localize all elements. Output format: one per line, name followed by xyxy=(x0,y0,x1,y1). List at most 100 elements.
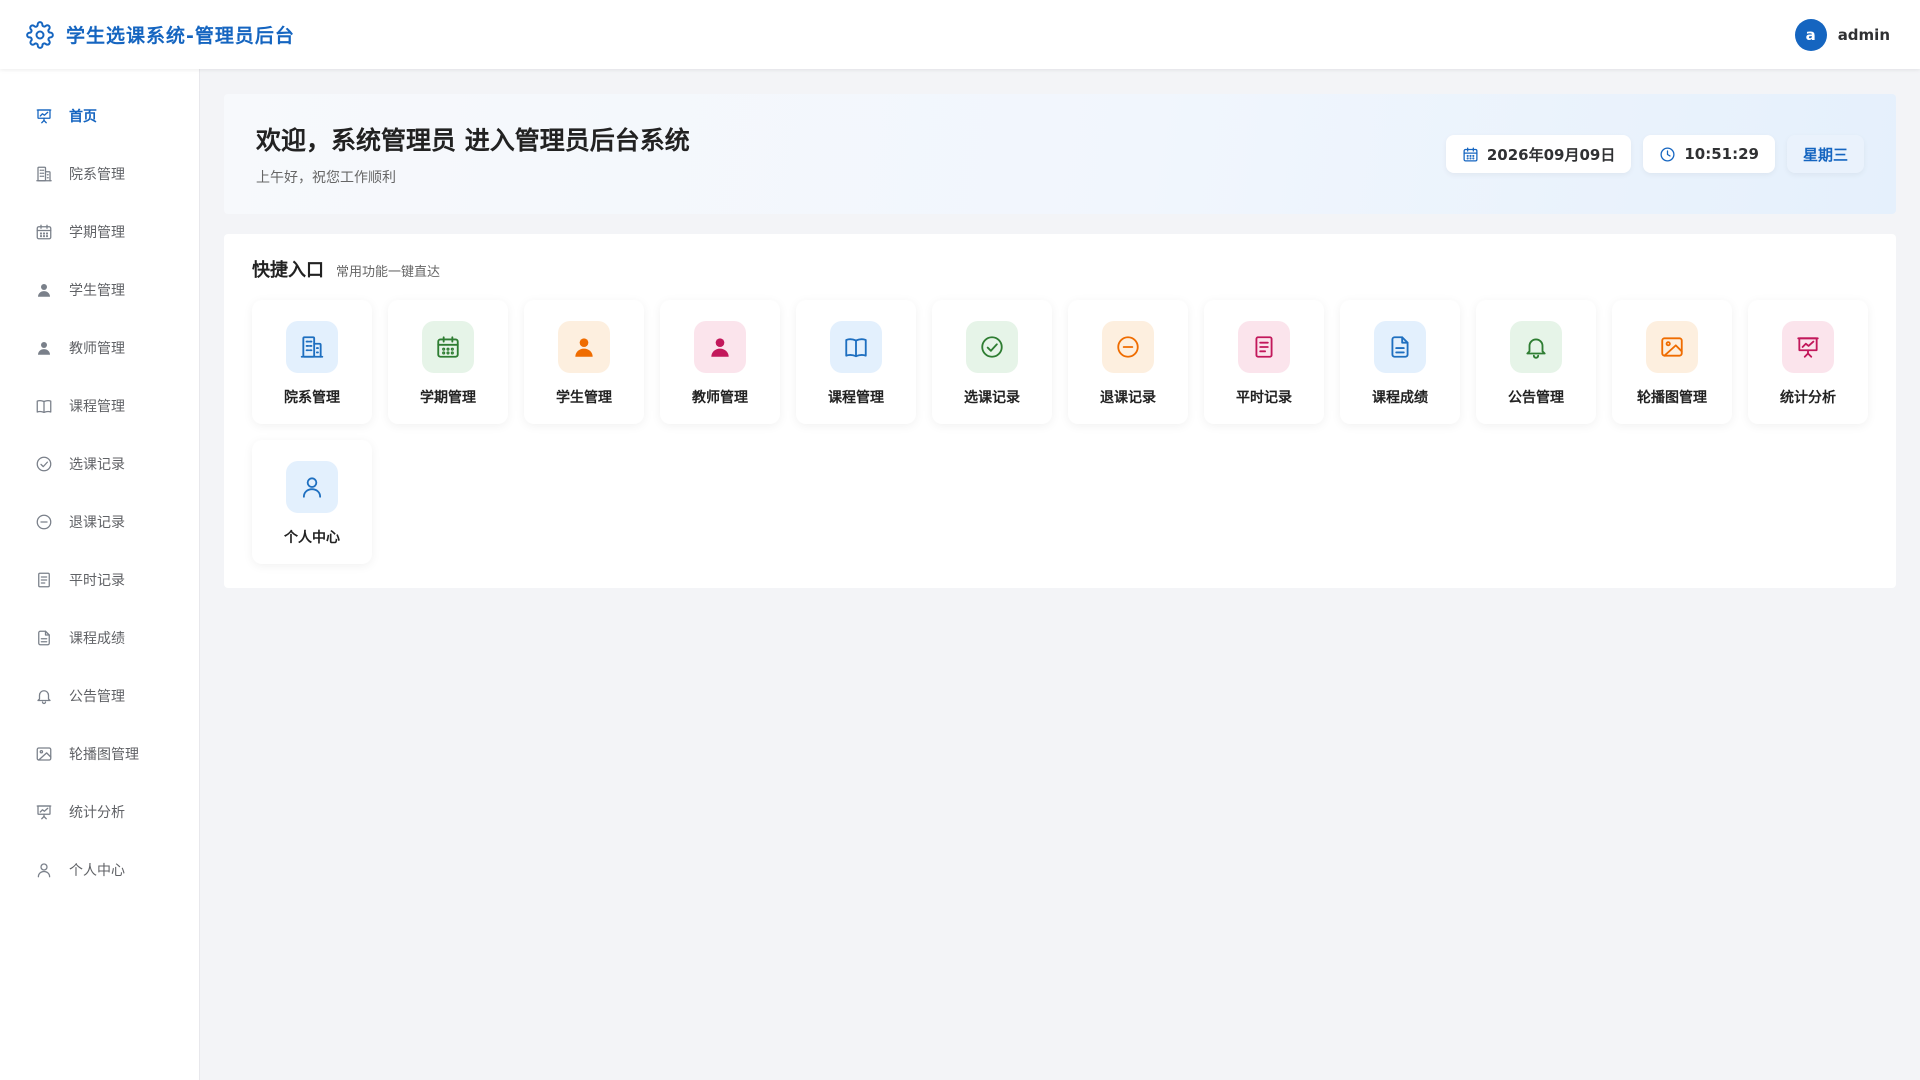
app-title: 学生选课系统-管理员后台 xyxy=(66,25,295,47)
quick-access-title: 快捷入口 xyxy=(252,260,324,281)
book-icon xyxy=(35,397,53,415)
weekday-chip: 星期三 xyxy=(1786,135,1864,173)
quick-card-10[interactable]: 轮播图管理 xyxy=(1612,300,1732,424)
sidebar-item-11[interactable]: 轮播图管理 xyxy=(0,725,199,783)
building-icon xyxy=(35,165,53,183)
sidebar-item-3[interactable]: 学生管理 xyxy=(0,261,199,319)
brand[interactable]: 学生选课系统-管理员后台 xyxy=(26,20,295,49)
user-outline-icon xyxy=(35,861,53,879)
quick-card-label: 平时记录 xyxy=(1236,390,1292,406)
user-icon xyxy=(558,321,610,373)
notes-icon xyxy=(35,571,53,589)
quick-card-label: 选课记录 xyxy=(964,390,1020,406)
avatar[interactable]: a xyxy=(1794,18,1827,51)
sidebar-item-label: 学期管理 xyxy=(69,225,125,241)
sidebar-item-2[interactable]: 学期管理 xyxy=(0,203,199,261)
sidebar-item-label: 轮播图管理 xyxy=(69,747,139,763)
clock-icon xyxy=(1659,146,1676,163)
date-chip: 2026年09月09日 xyxy=(1445,135,1632,173)
quick-access-panel: 快捷入口 常用功能一键直达 院系管理 学期管理 学生管理 教师管理 课程管理 选课记录 退课… xyxy=(224,234,1896,588)
quick-card-label: 轮播图管理 xyxy=(1637,390,1707,406)
calendar-icon xyxy=(1462,146,1479,163)
quick-access-subtitle: 常用功能一键直达 xyxy=(336,265,441,280)
sidebar-item-label: 课程成绩 xyxy=(69,631,125,647)
welcome-text: 欢迎，系统管理员 进入管理员后台系统 上午好，祝您工作顺利 xyxy=(256,121,690,187)
user-icon xyxy=(694,321,746,373)
sidebar-item-10[interactable]: 公告管理 xyxy=(0,667,199,725)
bell-icon xyxy=(35,687,53,705)
quick-card-2[interactable]: 学生管理 xyxy=(524,300,644,424)
user-outline-icon xyxy=(286,461,338,513)
document-icon xyxy=(35,629,53,647)
main-content: 欢迎，系统管理员 进入管理员后台系统 上午好，祝您工作顺利 2026年09月09… xyxy=(224,94,1896,588)
sidebar-item-0[interactable]: 首页 xyxy=(0,87,199,145)
quick-card-label: 个人中心 xyxy=(284,530,340,546)
notes-icon xyxy=(1238,321,1290,373)
presentation-chart-icon xyxy=(35,107,53,125)
quick-card-label: 学生管理 xyxy=(556,390,612,406)
sidebar-item-label: 统计分析 xyxy=(69,805,125,821)
quick-card-label: 课程管理 xyxy=(828,390,884,406)
time-text: 10:51:29 xyxy=(1684,145,1759,163)
sidebar-item-12[interactable]: 统计分析 xyxy=(0,783,199,841)
welcome-subtitle: 上午好，祝您工作顺利 xyxy=(256,170,396,186)
book-icon xyxy=(830,321,882,373)
minus-circle-icon xyxy=(35,513,53,531)
quick-card-0[interactable]: 院系管理 xyxy=(252,300,372,424)
quick-card-3[interactable]: 教师管理 xyxy=(660,300,780,424)
quick-card-12[interactable]: 个人中心 xyxy=(252,440,372,564)
sidebar-item-label: 院系管理 xyxy=(69,167,125,183)
sidebar-item-4[interactable]: 教师管理 xyxy=(0,319,199,377)
quick-access-grid: 院系管理 学期管理 学生管理 教师管理 课程管理 选课记录 退课记录 平时记录 课程成绩 公告管理… xyxy=(252,300,1868,564)
time-chip: 10:51:29 xyxy=(1643,135,1775,173)
sidebar-item-label: 学生管理 xyxy=(69,283,125,299)
welcome-banner: 欢迎，系统管理员 进入管理员后台系统 上午好，祝您工作顺利 2026年09月09… xyxy=(224,94,1896,214)
quick-card-6[interactable]: 退课记录 xyxy=(1068,300,1188,424)
sidebar-item-5[interactable]: 课程管理 xyxy=(0,377,199,435)
sidebar: 首页院系管理学期管理学生管理教师管理课程管理选课记录退课记录平时记录课程成绩公告… xyxy=(0,69,200,1080)
quick-card-label: 学期管理 xyxy=(420,390,476,406)
quick-card-label: 退课记录 xyxy=(1100,390,1156,406)
sidebar-item-13[interactable]: 个人中心 xyxy=(0,841,199,899)
document-icon xyxy=(1374,321,1426,373)
sidebar-item-label: 平时记录 xyxy=(69,573,125,589)
quick-card-5[interactable]: 选课记录 xyxy=(932,300,1052,424)
quick-card-label: 院系管理 xyxy=(284,390,340,406)
weekday-text: 星期三 xyxy=(1802,145,1848,164)
sidebar-item-8[interactable]: 平时记录 xyxy=(0,551,199,609)
check-circle-icon xyxy=(966,321,1018,373)
minus-circle-icon xyxy=(1102,321,1154,373)
user-menu[interactable]: a admin xyxy=(1794,18,1890,51)
image-icon xyxy=(35,745,53,763)
image-icon xyxy=(1646,321,1698,373)
sidebar-item-6[interactable]: 选课记录 xyxy=(0,435,199,493)
quick-card-8[interactable]: 课程成绩 xyxy=(1340,300,1460,424)
gear-icon xyxy=(26,20,54,49)
calendar-icon xyxy=(35,223,53,241)
sidebar-item-9[interactable]: 课程成绩 xyxy=(0,609,199,667)
user-icon xyxy=(35,339,53,357)
date-text: 2026年09月09日 xyxy=(1486,145,1616,164)
welcome-title: 欢迎，系统管理员 进入管理员后台系统 xyxy=(256,126,690,155)
sidebar-item-label: 选课记录 xyxy=(69,457,125,473)
presentation-chart-icon xyxy=(35,803,53,821)
quick-access-header: 快捷入口 常用功能一键直达 xyxy=(252,256,1868,282)
quick-card-label: 公告管理 xyxy=(1508,390,1564,406)
quick-card-9[interactable]: 公告管理 xyxy=(1476,300,1596,424)
building-icon xyxy=(286,321,338,373)
quick-card-7[interactable]: 平时记录 xyxy=(1204,300,1324,424)
sidebar-item-7[interactable]: 退课记录 xyxy=(0,493,199,551)
quick-card-4[interactable]: 课程管理 xyxy=(796,300,916,424)
sidebar-item-label: 课程管理 xyxy=(69,399,125,415)
bell-icon xyxy=(1510,321,1562,373)
quick-card-11[interactable]: 统计分析 xyxy=(1748,300,1868,424)
sidebar-item-1[interactable]: 院系管理 xyxy=(0,145,199,203)
quick-card-label: 统计分析 xyxy=(1780,390,1836,406)
username[interactable]: admin xyxy=(1838,26,1890,44)
datetime-chips: 2026年09月09日 10:51:29 星期三 xyxy=(1445,135,1864,173)
sidebar-item-label: 退课记录 xyxy=(69,515,125,531)
quick-card-1[interactable]: 学期管理 xyxy=(388,300,508,424)
sidebar-item-label: 公告管理 xyxy=(69,689,125,705)
sidebar-item-label: 首页 xyxy=(69,109,97,125)
sidebar-item-label: 个人中心 xyxy=(69,863,125,879)
